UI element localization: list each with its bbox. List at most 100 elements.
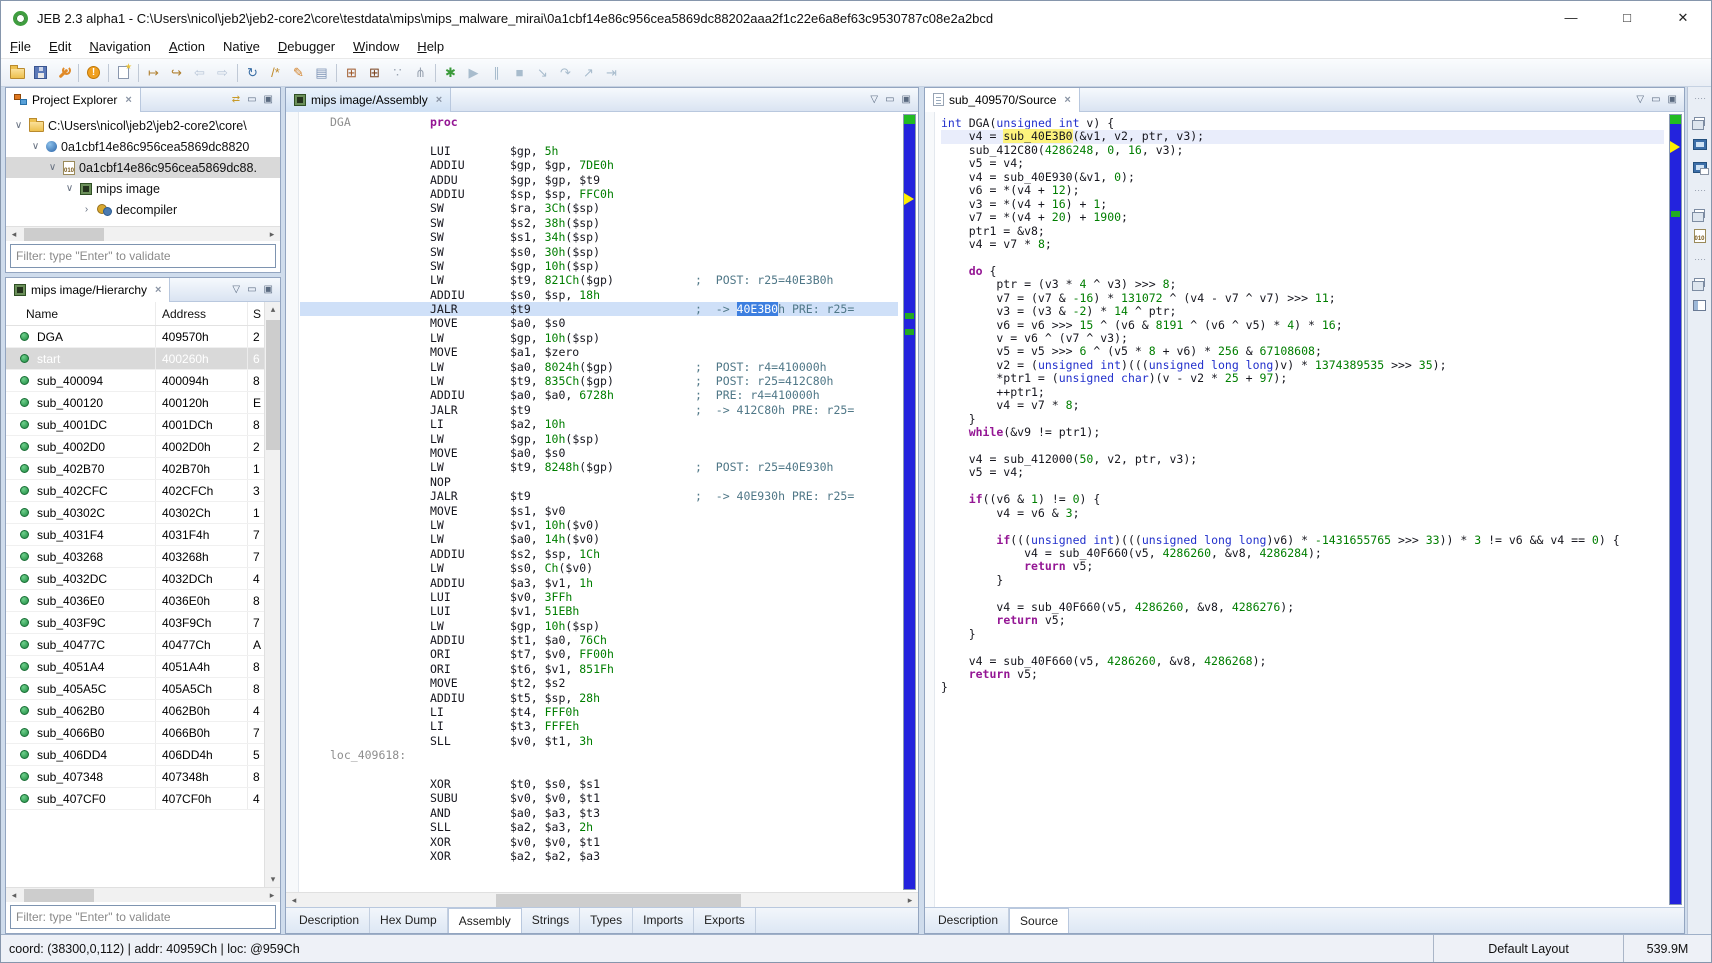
restore-pane-icon[interactable]	[1691, 275, 1709, 289]
horizontal-scrollbar[interactable]: ◂ ▸	[286, 892, 918, 907]
source-line[interactable]: v6 = v6 >>> 15 ^ (v6 & 8191 ^ (v6 ^ v5) …	[941, 319, 1664, 332]
maximize-panel-icon[interactable]: ▣	[264, 95, 273, 105]
function-row[interactable]: sub_407348407348h8	[6, 766, 264, 788]
asm-line[interactable]: LW$gp, 10h($sp)	[300, 432, 898, 446]
tree-item-decompiler[interactable]: ›decompiler	[6, 199, 280, 220]
tab-description[interactable]: Description	[289, 908, 370, 933]
tab-types[interactable]: Types	[580, 908, 633, 933]
scroll-right-icon[interactable]: ▸	[902, 893, 918, 908]
asm-line[interactable]: JALR$t9; -> 40E3B0h PRE: r25=	[300, 302, 898, 316]
tab-source-view[interactable]: sub_409570/Source ×	[925, 88, 1080, 112]
navigate-forward-icon[interactable]: ⇨	[211, 62, 234, 84]
close-icon[interactable]: ×	[155, 284, 161, 296]
function-row[interactable]: start400260h6	[6, 348, 264, 370]
save-icon[interactable]	[29, 62, 52, 84]
expander-icon[interactable]: ∨	[63, 183, 76, 194]
asm-line[interactable]: LUI$v0, 3FFh	[300, 590, 898, 604]
refresh-analysis-icon[interactable]: ↻	[241, 62, 264, 84]
source-line[interactable]: while(&v9 != ptr1);	[941, 426, 1664, 439]
function-row[interactable]: sub_4031F44031F4h7	[6, 524, 264, 546]
source-line[interactable]: v5 = v4;	[941, 466, 1664, 479]
horizontal-scrollbar[interactable]: ◂ ▸	[6, 226, 280, 241]
asm-line[interactable]: XOR$v0, $v0, $t1	[300, 835, 898, 849]
tab-imports[interactable]: Imports	[633, 908, 694, 933]
asm-line[interactable]: JALR$t9; -> 40E930h PRE: r25=	[300, 489, 898, 503]
menu-debugger[interactable]: Debugger	[269, 37, 344, 56]
layout-selector[interactable]: Default Layout	[1433, 935, 1623, 962]
asm-line[interactable]: NOP	[300, 475, 898, 489]
asm-line[interactable]: ADDIU$sp, $sp, FFC0h	[300, 187, 898, 201]
tree-item-mips-image[interactable]: ∨mips image	[6, 178, 280, 199]
source-line[interactable]: if(((unsigned int)(((unsigned long long)…	[941, 534, 1664, 547]
debug-bug-icon[interactable]: ✱	[439, 62, 462, 84]
step-into-icon[interactable]: ↘	[531, 62, 554, 84]
function-row[interactable]: sub_407CF0407CF0h4	[6, 788, 264, 810]
tree-layout-icon[interactable]: ⋔	[409, 62, 432, 84]
source-line[interactable]	[941, 587, 1664, 600]
tab-project-explorer[interactable]: Project Explorer ×	[6, 88, 141, 112]
assembly-listing[interactable]: DGAprocLUI$gp, 5hADDIU$gp, $gp, 7DE0hADD…	[300, 115, 898, 892]
asm-line[interactable]: LI$a2, 10h	[300, 417, 898, 431]
convert-page-icon[interactable]: ▤	[310, 62, 333, 84]
source-line[interactable]: }	[941, 413, 1664, 426]
function-row[interactable]: sub_4062B04062B0h4	[6, 700, 264, 722]
menu-help[interactable]: Help	[408, 37, 453, 56]
stop-icon[interactable]: ■	[508, 62, 531, 84]
source-line[interactable]: v2 = (unsigned int)(((unsigned long long…	[941, 359, 1664, 372]
source-line[interactable]: v4 = v6 & 3;	[941, 507, 1664, 520]
goto-location-icon[interactable]: ↪	[165, 62, 188, 84]
source-line[interactable]	[941, 251, 1664, 264]
source-line[interactable]: v5 = v5 >>> 6 ^ (v5 * 8 + v6) * 256 & 67…	[941, 345, 1664, 358]
asm-line[interactable]: MOVE$s1, $v0	[300, 504, 898, 518]
asm-line[interactable]: ORI$t6, $v1, 851Fh	[300, 662, 898, 676]
asm-line[interactable]: LUI$gp, 5h	[300, 144, 898, 158]
source-line[interactable]: v4 = v7 * 8;	[941, 238, 1664, 251]
expander-icon[interactable]: ∨	[12, 120, 25, 131]
asm-line[interactable]: SUBU$v0, $v0, $t1	[300, 791, 898, 805]
asm-line[interactable]: ADDIU$a0, $a0, 6728h; PRE: r4=410000h	[300, 388, 898, 402]
step-out-icon[interactable]: ↗	[577, 62, 600, 84]
tree-item-0a1cbf14e86c956cea5869dc[interactable]: ∨0a1cbf14e86c956cea5869dc8820	[6, 136, 280, 157]
asm-line[interactable]: LUI$v1, 51EBh	[300, 604, 898, 618]
function-row[interactable]: sub_400094400094h8	[6, 370, 264, 392]
source-line[interactable]: return v5;	[941, 560, 1664, 573]
explorer-filter-input[interactable]	[10, 244, 276, 268]
view-menu-icon[interactable]: ▽	[1636, 95, 1644, 105]
terminal-view-icon[interactable]	[1691, 137, 1709, 151]
asm-line[interactable]: SW$ra, 3Ch($sp)	[300, 201, 898, 215]
function-row[interactable]: sub_4032DC4032DCh4	[6, 568, 264, 590]
goto-address-icon[interactable]: ↦	[142, 62, 165, 84]
menu-file[interactable]: File	[1, 37, 40, 56]
asm-line[interactable]: LW$t9, 8248h($gp); POST: r25=40E930h	[300, 460, 898, 474]
source-line[interactable]: v4 = sub_40F660(v5, 4286260, &v8, 428628…	[941, 547, 1664, 560]
asm-line[interactable]: SLL$a2, $a3, 2h	[300, 820, 898, 834]
scroll-left-icon[interactable]: ◂	[286, 893, 302, 908]
asm-line[interactable]: ADDIU$t1, $a0, 76Ch	[300, 633, 898, 647]
function-row[interactable]: sub_400120400120hE	[6, 392, 264, 414]
alerts-icon[interactable]	[82, 62, 105, 84]
source-line[interactable]: v6 = *(v4 + 12);	[941, 184, 1664, 197]
layout-view-icon[interactable]	[1691, 298, 1709, 312]
function-row[interactable]: DGA409570h2	[6, 326, 264, 348]
asm-line[interactable]: DGAproc	[300, 115, 898, 129]
tab-assembly-view[interactable]: mips image/Assembly ×	[286, 88, 451, 112]
expander-icon[interactable]: ∨	[29, 141, 42, 152]
step-over-icon[interactable]: ↷	[554, 62, 577, 84]
tab-hex-dump[interactable]: Hex Dump	[370, 908, 448, 933]
hex-grid-alt-icon[interactable]: ⊞	[363, 62, 386, 84]
function-row[interactable]: sub_402B70402B70h1	[6, 458, 264, 480]
source-line[interactable]: v4 = sub_40E3B0(&v1, v2, ptr, v3);	[941, 130, 1664, 143]
drag-handle-icon[interactable]	[1691, 91, 1709, 105]
asm-line[interactable]	[300, 763, 898, 777]
asm-line[interactable]: SLL$v0, $t1, 3h	[300, 734, 898, 748]
scrollbar-thumb[interactable]	[24, 228, 104, 241]
binary-view-icon[interactable]	[1691, 229, 1709, 243]
close-icon[interactable]: ×	[436, 94, 442, 106]
maximize-button[interactable]: □	[1599, 1, 1655, 35]
column-header-name[interactable]: Name	[6, 302, 156, 325]
asm-line[interactable]: LW$gp, 10h($sp)	[300, 331, 898, 345]
run-to-line-icon[interactable]: ⇥	[600, 62, 623, 84]
minimize-panel-icon[interactable]: ▭	[885, 95, 894, 105]
minimize-panel-icon[interactable]: ▭	[1651, 95, 1660, 105]
asm-line[interactable]: LI$t4, FFF0h	[300, 705, 898, 719]
